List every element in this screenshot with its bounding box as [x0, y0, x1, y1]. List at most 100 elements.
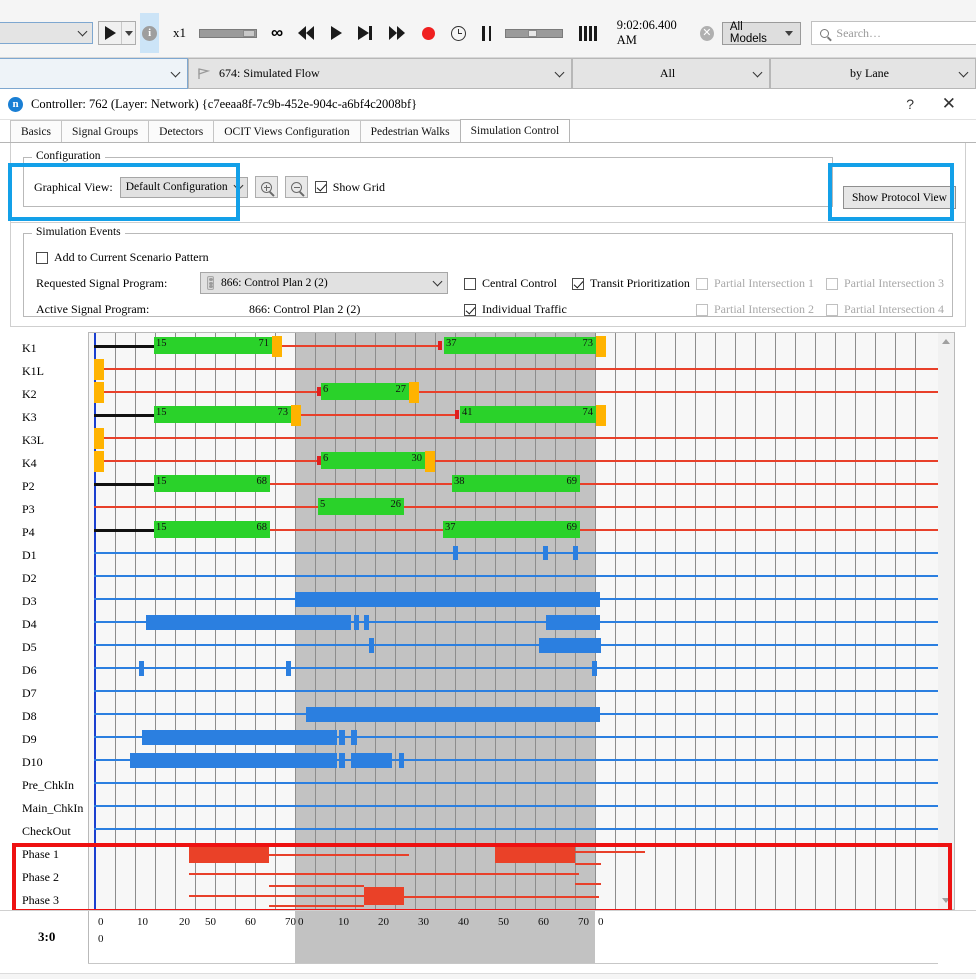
- partial-intersection-1-label: Partial Intersection 1: [714, 276, 814, 291]
- individual-traffic-checkbox[interactable]: Individual Traffic: [464, 302, 567, 317]
- network-dropdown[interactable]: [0, 58, 188, 89]
- axis-tick-20: 20: [179, 916, 190, 928]
- row-label-checkout: CheckOut: [22, 820, 71, 843]
- row-label-d4: D4: [22, 613, 37, 636]
- tab-basics[interactable]: Basics: [10, 120, 62, 142]
- detector-event: [399, 753, 404, 768]
- search-box[interactable]: Search…: [811, 21, 976, 45]
- status-bar: [0, 973, 976, 979]
- graphical-view-dropdown[interactable]: Default Configuration: [120, 177, 248, 198]
- bars-icon[interactable]: [579, 26, 597, 41]
- toolbar-scenario-combo[interactable]: [0, 22, 93, 44]
- partial-intersection-1-checkbox: Partial Intersection 1: [696, 276, 814, 291]
- transit-prioritization-checkbox[interactable]: Transit Prioritization: [572, 276, 690, 291]
- detector-event: [453, 546, 458, 560]
- vertical-scrollbar[interactable]: [938, 332, 955, 910]
- play-icon[interactable]: [99, 22, 121, 44]
- signal-timeline-chart: K1 K1L K2 K3 K3L K4 P2 P3 P4 D1 D2 D3 D4…: [0, 332, 976, 978]
- timeline-plot-area[interactable]: 15 71 37 73 6 27 15 73: [88, 332, 938, 910]
- row-label-phase-1: Phase 1: [22, 843, 59, 866]
- tab-detectors[interactable]: Detectors: [148, 120, 214, 142]
- axis-c2-tick-10: 10: [338, 916, 349, 928]
- tab-ocit-views-configuration[interactable]: OCIT Views Configuration: [213, 120, 360, 142]
- zoom-out-button[interactable]: [285, 176, 308, 198]
- amber-interval: [272, 336, 282, 357]
- detector-event: [339, 730, 345, 745]
- checkbox-icon: [464, 304, 476, 316]
- checkbox-icon: [464, 278, 476, 290]
- chevron-down-icon: [959, 67, 969, 77]
- chevron-down-icon: [433, 277, 443, 287]
- clock-icon[interactable]: [451, 26, 466, 41]
- row-label-d9: D9: [22, 728, 37, 751]
- detector-event: [286, 661, 291, 676]
- amber-interval: [94, 382, 104, 403]
- scroll-down-icon[interactable]: [938, 893, 953, 908]
- green-interval: 41 74: [460, 406, 596, 423]
- central-control-checkbox[interactable]: Central Control: [464, 276, 557, 291]
- graphical-view-value: Default Configuration: [126, 181, 235, 193]
- time-axis: 3:0 0 0 10 20 50 60 70 0 10 20 30 40 50 …: [0, 910, 976, 978]
- axis-c2-tick-30: 30: [418, 916, 429, 928]
- axis-current-time-label: 3:0: [38, 929, 55, 945]
- record-icon[interactable]: [422, 27, 435, 40]
- tab-pedestrian-walks[interactable]: Pedestrian Walks: [360, 120, 461, 142]
- row-label-column: K1 K1L K2 K3 K3L K4 P2 P3 P4 D1 D2 D3 D4…: [0, 332, 88, 910]
- row-label-p2: P2: [22, 475, 35, 498]
- phase-interval: [495, 845, 575, 863]
- scope-dropdown[interactable]: All: [572, 58, 770, 89]
- play-button-icon[interactable]: [331, 26, 342, 40]
- search-placeholder: Search…: [836, 26, 881, 41]
- green-interval: 37 73: [444, 337, 596, 354]
- speed-slider[interactable]: [199, 29, 257, 38]
- chevron-down-icon: [171, 67, 181, 77]
- green-interval: 37 69: [443, 521, 580, 538]
- rewind-icon[interactable]: [298, 26, 315, 40]
- info-button[interactable]: i: [140, 13, 159, 53]
- pause-icon[interactable]: [482, 26, 491, 41]
- add-to-scenario-pattern-label: Add to Current Scenario Pattern: [54, 250, 209, 265]
- row-label-d2: D2: [22, 567, 37, 590]
- step-forward-icon[interactable]: [358, 26, 373, 40]
- tab-simulation-control[interactable]: Simulation Control: [460, 119, 571, 142]
- group-dropdown[interactable]: by Lane: [770, 58, 976, 89]
- show-grid-checkbox[interactable]: Show Grid: [315, 180, 385, 195]
- show-protocol-view-button[interactable]: Show Protocol View: [843, 186, 956, 209]
- requested-signal-program-dropdown[interactable]: 866: Control Plan 2 (2): [200, 272, 448, 294]
- scope-dropdown-value: All: [581, 66, 754, 81]
- scroll-up-icon[interactable]: [938, 334, 953, 349]
- row-label-d10: D10: [22, 751, 43, 774]
- checkbox-icon: [826, 278, 838, 290]
- tab-bar: Basics Signal Groups Detectors OCIT View…: [0, 120, 976, 143]
- zoom-slider[interactable]: [505, 29, 563, 38]
- help-button[interactable]: ?: [906, 96, 914, 112]
- close-icon[interactable]: ✕: [942, 94, 956, 114]
- add-to-scenario-pattern-checkbox[interactable]: Add to Current Scenario Pattern: [36, 250, 209, 265]
- info-icon: i: [142, 26, 157, 41]
- row-label-d5: D5: [22, 636, 37, 659]
- fast-forward-icon[interactable]: [389, 26, 406, 40]
- phase-interval: [364, 887, 404, 905]
- axis-baseline: [88, 963, 938, 964]
- zoom-in-button[interactable]: [255, 176, 278, 198]
- show-grid-label: Show Grid: [333, 180, 385, 195]
- view-dropdown[interactable]: 674: Simulated Flow: [188, 58, 572, 89]
- axis-tick-10: 10: [137, 916, 148, 928]
- active-signal-program-label: Active Signal Program:: [36, 302, 149, 317]
- detector-event: [354, 615, 359, 630]
- clear-time-icon[interactable]: ✕: [700, 26, 714, 41]
- configuration-group-title: Configuration: [32, 150, 105, 162]
- simulation-events-panel: Simulation Events Add to Current Scenari…: [10, 223, 966, 327]
- row-label-d1: D1: [22, 544, 37, 567]
- row-label-p3: P3: [22, 498, 35, 521]
- models-dropdown[interactable]: All Models: [722, 22, 802, 45]
- run-simulation-split-button[interactable]: [98, 21, 136, 45]
- axis-tick-60: 60: [245, 916, 256, 928]
- play-dropdown-icon[interactable]: [121, 22, 135, 44]
- detector-event: [364, 615, 369, 630]
- infinity-icon[interactable]: ∞: [271, 23, 282, 43]
- tab-signal-groups[interactable]: Signal Groups: [61, 120, 149, 142]
- row-label-d8: D8: [22, 705, 37, 728]
- axis-c2-tick-50: 50: [498, 916, 509, 928]
- detector-event: [543, 546, 548, 560]
